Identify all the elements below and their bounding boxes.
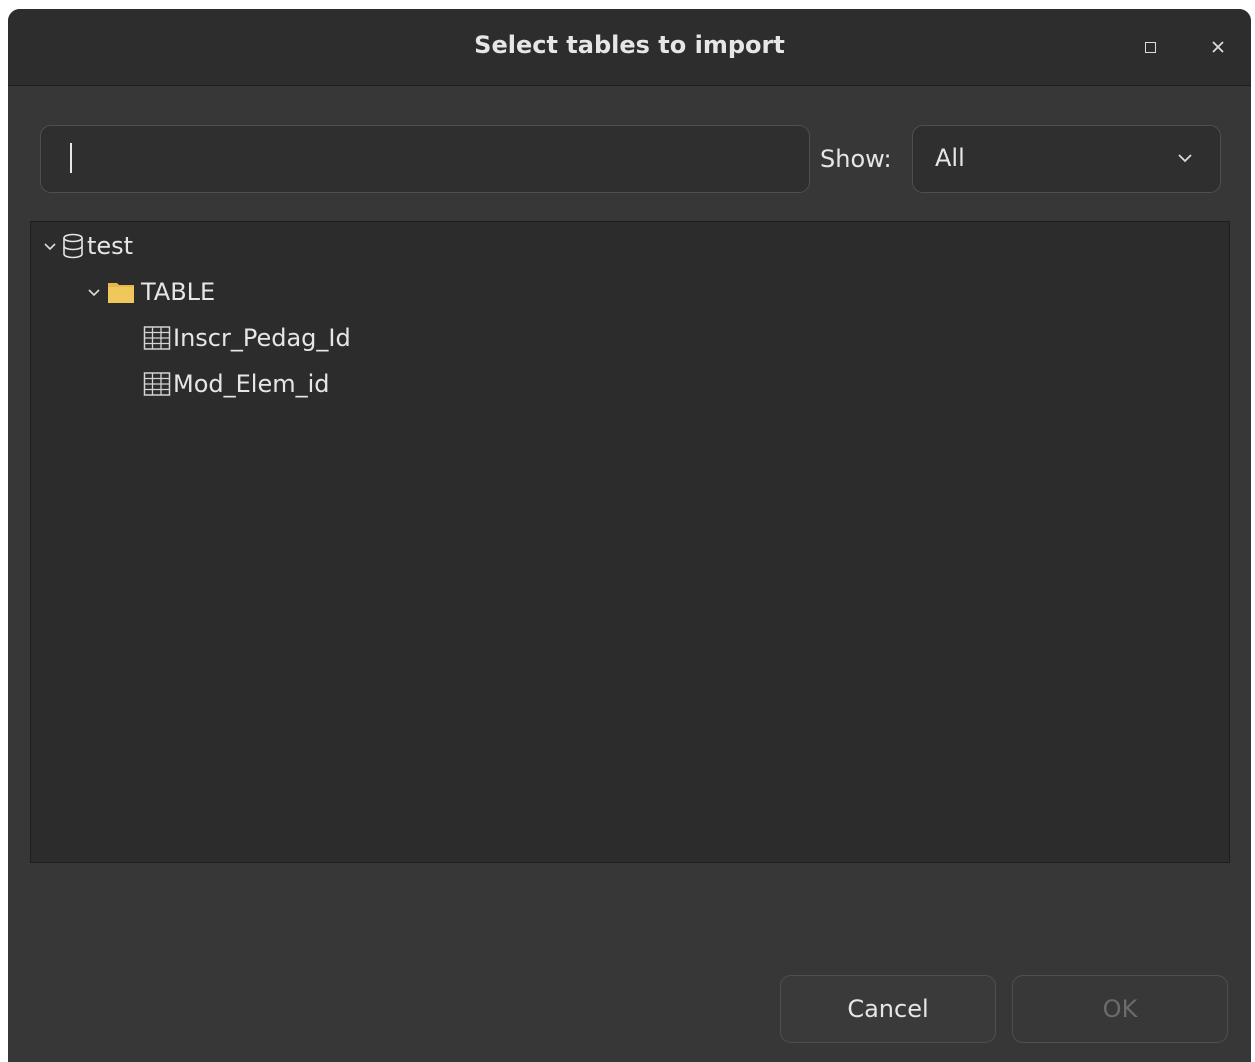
folder-label: TABLE xyxy=(141,278,216,306)
import-dialog: Select tables to import Show: All test T… xyxy=(8,9,1251,1062)
database-label: test xyxy=(87,232,134,260)
cancel-button[interactable]: Cancel xyxy=(780,975,996,1043)
tree-item-table[interactable]: Inscr_Pedag_Id xyxy=(143,318,351,358)
maximize-button[interactable] xyxy=(1136,33,1164,61)
titlebar[interactable]: Select tables to import xyxy=(8,9,1251,86)
tree-item-table[interactable]: Mod_Elem_id xyxy=(143,364,330,404)
table-label: Inscr_Pedag_Id xyxy=(173,324,351,352)
search-input[interactable] xyxy=(40,125,810,193)
expand-toggle[interactable] xyxy=(83,281,105,303)
table-icon xyxy=(143,372,171,396)
chevron-down-icon xyxy=(88,289,100,297)
close-button[interactable] xyxy=(1204,33,1232,61)
table-label: Mod_Elem_id xyxy=(173,370,330,398)
chevron-down-icon xyxy=(44,243,56,251)
show-label: Show: xyxy=(820,145,892,173)
maximize-icon xyxy=(1144,41,1156,53)
table-icon xyxy=(143,326,171,350)
close-icon xyxy=(1212,41,1224,53)
show-filter-value: All xyxy=(935,144,965,172)
expand-toggle[interactable] xyxy=(39,235,61,257)
tree-item-folder-table[interactable]: TABLE xyxy=(83,272,215,312)
chevron-down-icon xyxy=(1178,154,1192,163)
dialog-title: Select tables to import xyxy=(474,31,785,59)
table-tree[interactable]: test TABLE Inscr_Pedag_Id Mod_Elem_id xyxy=(30,221,1230,863)
text-cursor xyxy=(70,143,72,173)
ok-button[interactable]: OK xyxy=(1012,975,1228,1043)
tree-item-database[interactable]: test xyxy=(39,226,133,266)
folder-icon xyxy=(108,283,134,303)
database-icon xyxy=(63,233,83,259)
show-filter-dropdown[interactable]: All xyxy=(912,125,1221,193)
